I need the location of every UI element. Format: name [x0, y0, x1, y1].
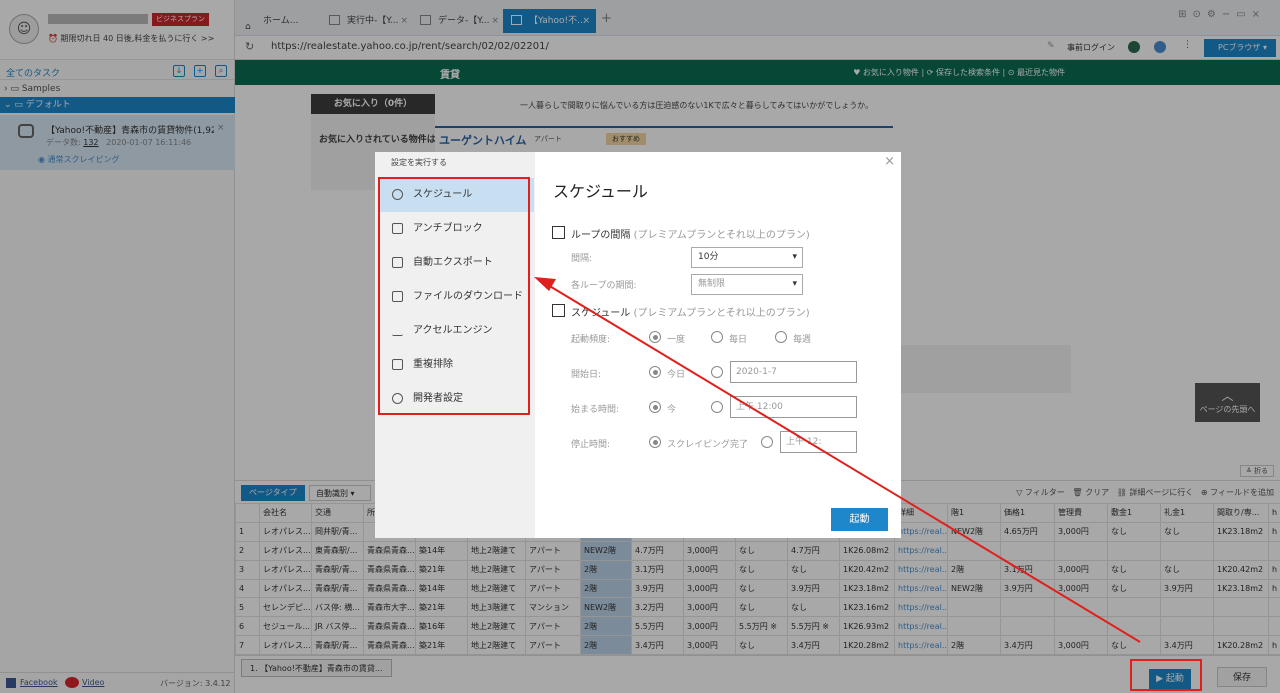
loop-checkbox[interactable]	[552, 226, 565, 239]
freq-weekly-radio[interactable]	[775, 331, 787, 343]
custom-date-radio[interactable]	[711, 366, 723, 378]
freq-daily-radio[interactable]	[711, 331, 723, 343]
period-label: 各ループの期間:	[571, 281, 637, 291]
loop-label: ループの間隔 (プレミアムプランとそれ以上のプラン)	[571, 226, 810, 241]
interval-label: 間隔:	[571, 254, 593, 264]
stop-time-label: 停止時間:	[571, 440, 611, 450]
now-label: 今	[667, 405, 677, 415]
freq-once-label: 一度	[667, 335, 686, 345]
start-time-input[interactable]: 上午 12:00	[730, 396, 857, 418]
loop-label-text: ループの間隔	[571, 230, 631, 241]
close-icon[interactable]: ×	[884, 154, 895, 169]
frequency-label: 起動頻度:	[571, 335, 611, 345]
dialog-title: スケジュール	[553, 182, 648, 201]
freq-daily-label: 毎日	[729, 335, 748, 345]
premium-hint: (プレミアムプランとそれ以上のプラン)	[633, 230, 810, 241]
settings-menu-header: 設定を実行する	[391, 158, 447, 167]
schedule-panel: × スケジュール ループの間隔 (プレミアムプランとそれ以上のプラン) 間隔: …	[535, 152, 901, 538]
annotation-box-menu	[378, 177, 530, 415]
freq-once-radio[interactable]	[649, 331, 661, 343]
start-date-label: 開始日:	[571, 370, 602, 380]
stop-time-input[interactable]: 上午 12:	[780, 431, 857, 453]
stop-complete-radio[interactable]	[649, 436, 661, 448]
interval-select[interactable]: 10分	[691, 247, 803, 268]
schedule-label-text: スケジュール	[571, 308, 631, 319]
stop-complete-label: スクレイピング完了	[667, 440, 749, 450]
schedule-checkbox[interactable]	[552, 304, 565, 317]
stop-custom-radio[interactable]	[761, 436, 773, 448]
today-label: 今日	[667, 370, 686, 380]
schedule-label: スケジュール (プレミアムプランとそれ以上のプラン)	[571, 304, 810, 319]
now-radio[interactable]	[649, 401, 661, 413]
period-select[interactable]: 無制限	[691, 274, 803, 295]
start-date-input[interactable]: 2020-1-7	[730, 361, 857, 383]
start-time-label: 始まる時間:	[571, 405, 620, 415]
today-radio[interactable]	[649, 366, 661, 378]
custom-time-radio[interactable]	[711, 401, 723, 413]
freq-weekly-label: 毎週	[793, 335, 812, 345]
dialog-start-button[interactable]: 起動	[831, 508, 888, 531]
annotation-box-start	[1130, 659, 1202, 691]
premium-hint: (プレミアムプランとそれ以上のプラン)	[633, 308, 810, 319]
